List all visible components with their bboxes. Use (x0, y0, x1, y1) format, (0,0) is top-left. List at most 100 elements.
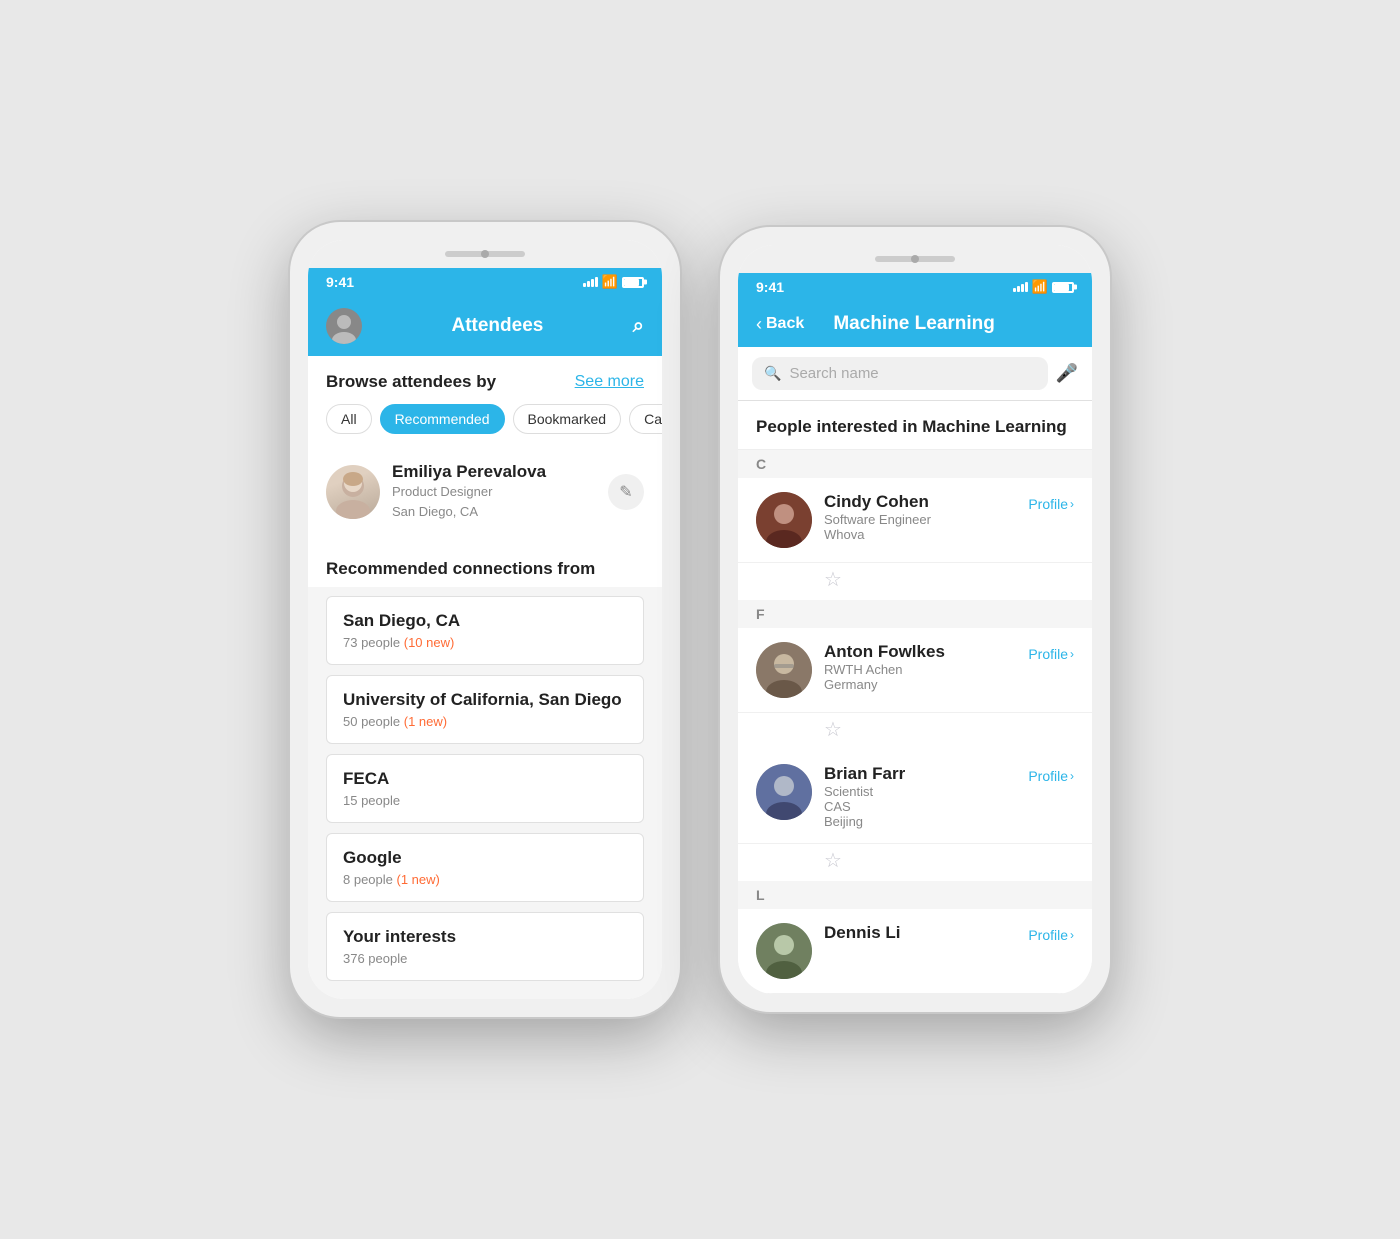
search-icon[interactable]: ⌕ (633, 315, 644, 338)
person-row-dennis: Dennis Li Profile › (738, 909, 1092, 994)
tab-category[interactable]: Categ… (629, 404, 662, 434)
connection-card-google[interactable]: Google 8 people (1 new) (326, 833, 644, 902)
connection-card-interests[interactable]: Your interests 376 people (326, 912, 644, 981)
people-section-title: People interested in Machine Learning (738, 401, 1092, 450)
recommended-section-label: Recommended connections from (308, 543, 662, 587)
nav-title-1: Attendees (451, 315, 543, 337)
person-name-cindy: Cindy Cohen (824, 492, 1016, 512)
battery-icon-2 (1052, 282, 1074, 293)
time-1: 9:41 (326, 274, 354, 290)
profile-link-brian[interactable]: Profile › (1028, 764, 1074, 784)
card-title-2: FECA (343, 769, 627, 789)
connection-card-feca[interactable]: FECA 15 people (326, 754, 644, 823)
user-name: Emiliya Perevalova (392, 462, 596, 482)
person-job-anton: RWTH Achen (824, 662, 1016, 677)
person-row-cindy: Cindy Cohen Software Engineer Whova Prof… (738, 478, 1092, 563)
person-location-brian: Beijing (824, 814, 1016, 829)
status-bar-1: 9:41 📶 (308, 268, 662, 296)
browse-header: Browse attendees by See more (308, 356, 662, 404)
speaker-2 (875, 256, 955, 262)
status-icons-1: 📶 (583, 274, 644, 290)
person-avatar-dennis (756, 923, 812, 979)
person-company-cindy: Whova (824, 527, 1016, 542)
chevron-left-icon: ‹ (756, 314, 762, 335)
card-sub-1: 50 people (1 new) (343, 714, 627, 729)
bookmark-star-brian[interactable]: ☆ (824, 850, 842, 872)
connection-card-san-diego[interactable]: San Diego, CA 73 people (10 new) (326, 596, 644, 665)
person-avatar-cindy (756, 492, 812, 548)
person-info-brian: Brian Farr Scientist CAS Beijing (824, 764, 1016, 829)
back-button[interactable]: ‹ Back (756, 314, 804, 335)
person-info-cindy: Cindy Cohen Software Engineer Whova (824, 492, 1016, 542)
connection-card-ucsd[interactable]: University of California, San Diego 50 p… (326, 675, 644, 744)
user-location: San Diego, CA (392, 502, 596, 522)
chevron-right-icon-brian: › (1070, 769, 1074, 783)
phone-2: 9:41 📶 ‹ Back Machine Learning (720, 227, 1110, 1012)
status-icons-2: 📶 (1013, 279, 1074, 295)
wifi-icon-2: 📶 (1032, 279, 1048, 295)
person-name-brian: Brian Farr (824, 764, 1016, 784)
person-avatar-anton (756, 642, 812, 698)
search-placeholder: Search name (789, 365, 878, 382)
person-job-brian: Scientist (824, 784, 1016, 799)
card-title-3: Google (343, 848, 627, 868)
edit-button[interactable]: ✎ (608, 474, 644, 510)
bookmark-star-anton[interactable]: ☆ (824, 719, 842, 741)
avatar[interactable] (326, 308, 362, 344)
letter-divider-c: C (738, 450, 1092, 478)
speaker (445, 251, 525, 257)
search-icon-2: 🔍 (764, 365, 781, 382)
tab-recommended[interactable]: Recommended (380, 404, 505, 434)
card-title-4: Your interests (343, 927, 627, 947)
bookmark-star-cindy[interactable]: ☆ (824, 569, 842, 591)
wifi-icon: 📶 (602, 274, 618, 290)
new-badge-1: (1 new) (404, 714, 447, 729)
letter-divider-l: L (738, 881, 1092, 909)
card-title-1: University of California, San Diego (343, 690, 627, 710)
phone-notch-2 (738, 245, 1092, 273)
back-label: Back (766, 315, 804, 333)
new-badge-3: (1 new) (397, 872, 440, 887)
profile-link-dennis[interactable]: Profile › (1028, 923, 1074, 943)
chevron-right-icon: › (1070, 497, 1074, 511)
phone-notch (308, 240, 662, 268)
new-badge-0: (10 new) (404, 635, 455, 650)
star-row-anton: ☆ (738, 713, 1092, 750)
user-avatar (326, 465, 380, 519)
search-input-box[interactable]: 🔍 Search name (752, 357, 1048, 390)
browse-title: Browse attendees by (326, 372, 496, 392)
connection-cards-list: San Diego, CA 73 people (10 new) Univers… (308, 587, 662, 999)
card-sub-4: 376 people (343, 951, 627, 966)
nav-title-2: Machine Learning (833, 313, 995, 335)
profile-link-cindy[interactable]: Profile › (1028, 492, 1074, 512)
filter-tabs: All Recommended Bookmarked Categ… (308, 404, 662, 448)
person-name-anton: Anton Fowlkes (824, 642, 1016, 662)
current-user-row: Emiliya Perevalova Product Designer San … (308, 448, 662, 535)
signal-icon (583, 277, 598, 287)
time-2: 9:41 (756, 279, 784, 295)
see-more-link[interactable]: See more (575, 373, 644, 391)
person-row-anton: Anton Fowlkes RWTH Achen Germany Profile… (738, 628, 1092, 713)
person-info-anton: Anton Fowlkes RWTH Achen Germany (824, 642, 1016, 692)
card-sub-3: 8 people (1 new) (343, 872, 627, 887)
nav-bar-1: Attendees ⌕ (308, 296, 662, 356)
tab-all[interactable]: All (326, 404, 372, 434)
chevron-right-icon-dennis: › (1070, 928, 1074, 942)
chevron-right-icon-anton: › (1070, 647, 1074, 661)
search-bar: 🔍 Search name 🎤 (738, 347, 1092, 401)
profile-link-anton[interactable]: Profile › (1028, 642, 1074, 662)
card-title-0: San Diego, CA (343, 611, 627, 631)
person-company-brian: CAS (824, 799, 1016, 814)
mic-icon[interactable]: 🎤 (1056, 363, 1078, 384)
signal-icon-2 (1013, 282, 1028, 292)
person-info-dennis: Dennis Li (824, 923, 1016, 943)
person-avatar-brian (756, 764, 812, 820)
star-row-brian: ☆ (738, 844, 1092, 881)
card-sub-2: 15 people (343, 793, 627, 808)
card-sub-0: 73 people (10 new) (343, 635, 627, 650)
star-row-cindy: ☆ (738, 563, 1092, 600)
nav-bar-2: ‹ Back Machine Learning (738, 301, 1092, 347)
user-info: Emiliya Perevalova Product Designer San … (392, 462, 596, 521)
tab-bookmarked[interactable]: Bookmarked (513, 404, 622, 434)
person-name-dennis: Dennis Li (824, 923, 1016, 943)
